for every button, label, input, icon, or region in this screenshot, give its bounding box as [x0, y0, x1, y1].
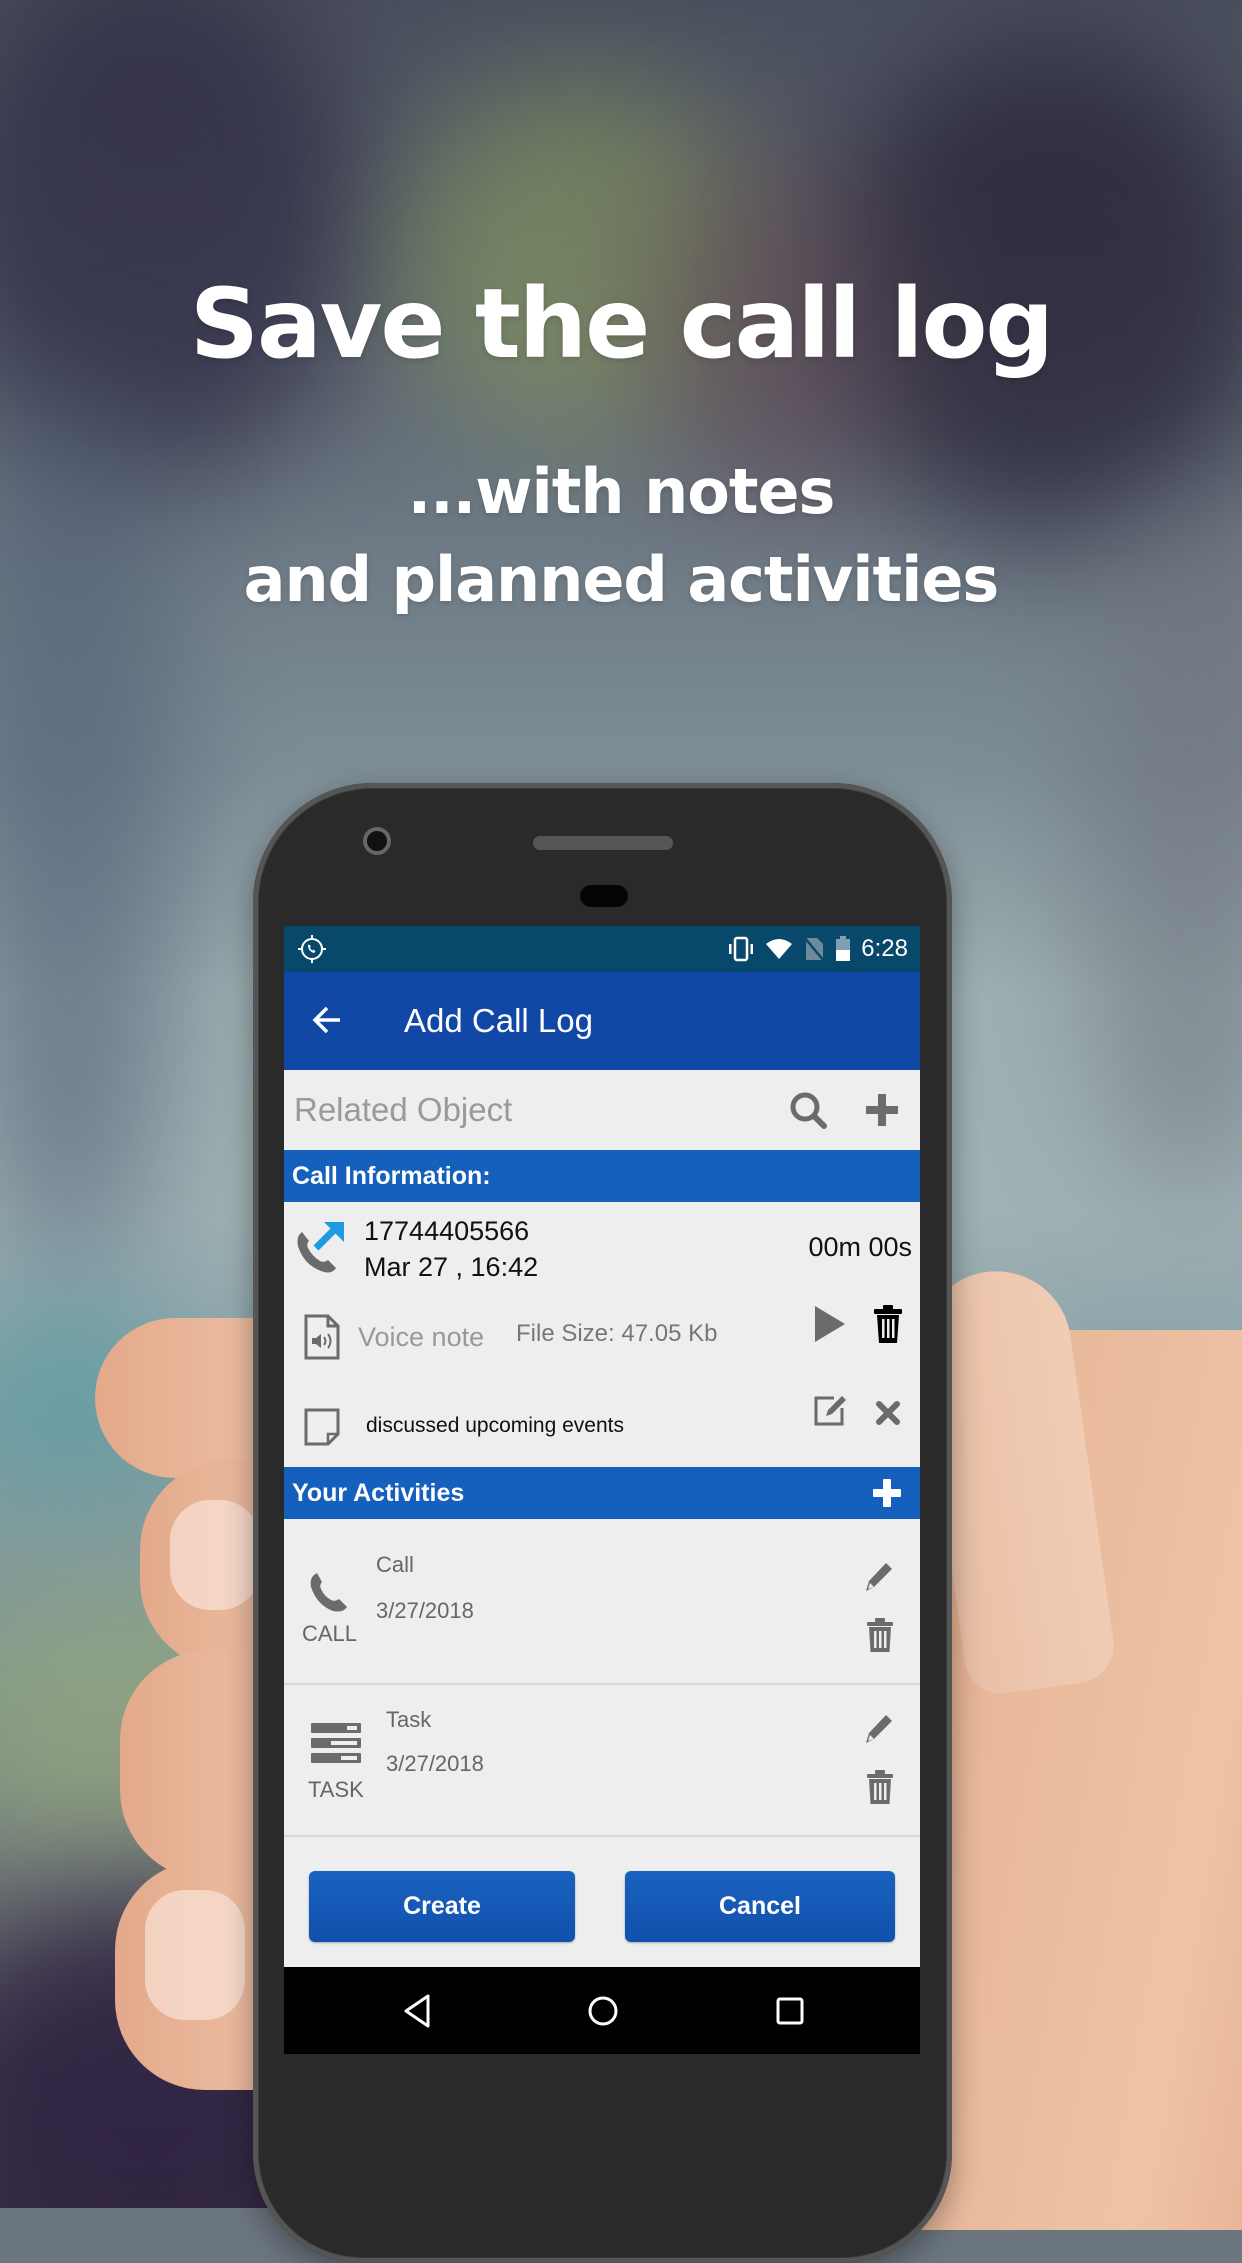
activity-type-label: CALL	[302, 1621, 358, 1646]
related-object-row	[284, 1070, 920, 1149]
arrow-left-icon[interactable]	[310, 1002, 346, 1038]
vibrate-icon	[729, 936, 754, 962]
android-nav-bar	[284, 1967, 920, 2054]
nav-home-icon[interactable]	[583, 1991, 623, 2031]
add-activity-icon[interactable]	[872, 1478, 902, 1508]
voice-note-file-size: File Size: 47.05 Kb	[516, 1320, 718, 1347]
promo-subline: ...with notes and planned activities	[0, 448, 1242, 624]
promo-subline-1: ...with notes	[407, 455, 836, 528]
create-button[interactable]: Create	[309, 1871, 575, 1942]
activity-name: Task	[386, 1707, 432, 1732]
activities-header-label: Your Activities	[292, 1479, 465, 1507]
phone-screen: 6:28 Add Call Log Call Information: 1774…	[284, 926, 920, 2054]
page-title: Add Call Log	[404, 1002, 593, 1039]
plus-icon[interactable]	[864, 1092, 900, 1128]
call-recorder-icon	[298, 935, 326, 963]
edit-note-icon[interactable]	[812, 1394, 848, 1428]
nav-back-icon[interactable]	[398, 1991, 438, 2031]
wifi-icon	[766, 939, 793, 959]
status-bar: 6:28	[284, 926, 920, 972]
note-icon	[304, 1408, 340, 1446]
search-icon[interactable]	[788, 1090, 828, 1130]
earpiece-speaker	[533, 836, 673, 850]
cancel-button[interactable]: Cancel	[625, 1871, 895, 1942]
note-text: discussed upcoming events	[366, 1414, 624, 1437]
outgoing-call-icon	[297, 1222, 344, 1273]
call-phone-number: 17744405566	[364, 1216, 530, 1246]
close-icon[interactable]	[875, 1400, 901, 1426]
phone-icon	[310, 1573, 347, 1612]
activity-item[interactable]: TASK Task 3/27/2018	[284, 1685, 920, 1837]
play-icon[interactable]	[813, 1304, 847, 1344]
trash-icon[interactable]	[873, 1304, 903, 1344]
call-date-time: Mar 27 , 16:42	[364, 1252, 539, 1282]
related-object-input[interactable]	[292, 1080, 736, 1140]
voice-note-label: Voice note	[358, 1322, 485, 1352]
promo-headline: Save the call log	[189, 268, 1054, 380]
task-list-icon	[311, 1723, 361, 1763]
battery-icon	[836, 936, 851, 961]
call-duration: 00m 00s	[808, 1232, 912, 1262]
pencil-icon[interactable]	[864, 1559, 894, 1593]
call-details-row: 17744405566 Mar 27 , 16:42 00m 00s	[284, 1202, 920, 1294]
trash-icon[interactable]	[866, 1617, 894, 1653]
front-camera	[363, 827, 391, 855]
activity-date: 3/27/2018	[376, 1598, 474, 1623]
promo-subline-2: and planned activities	[243, 543, 1000, 616]
app-bar: Add Call Log	[284, 972, 920, 1070]
activity-item[interactable]: CALL Call 3/27/2018	[284, 1519, 920, 1685]
proximity-sensor	[580, 885, 628, 907]
activity-date: 3/27/2018	[386, 1751, 484, 1776]
nav-recents-icon[interactable]	[769, 1991, 809, 2031]
call-information-header: Call Information:	[284, 1150, 920, 1202]
no-sim-icon	[803, 936, 826, 962]
voice-note-row: Voice note File Size: 47.05 Kb	[284, 1294, 920, 1374]
pencil-icon[interactable]	[864, 1711, 894, 1745]
audio-file-icon	[304, 1314, 340, 1360]
status-time: 6:28	[861, 935, 908, 962]
activities-header: Your Activities	[284, 1467, 920, 1519]
note-row: discussed upcoming events	[284, 1374, 920, 1467]
activity-name: Call	[376, 1552, 414, 1577]
activity-type-label: TASK	[308, 1777, 364, 1802]
trash-icon[interactable]	[866, 1769, 894, 1805]
